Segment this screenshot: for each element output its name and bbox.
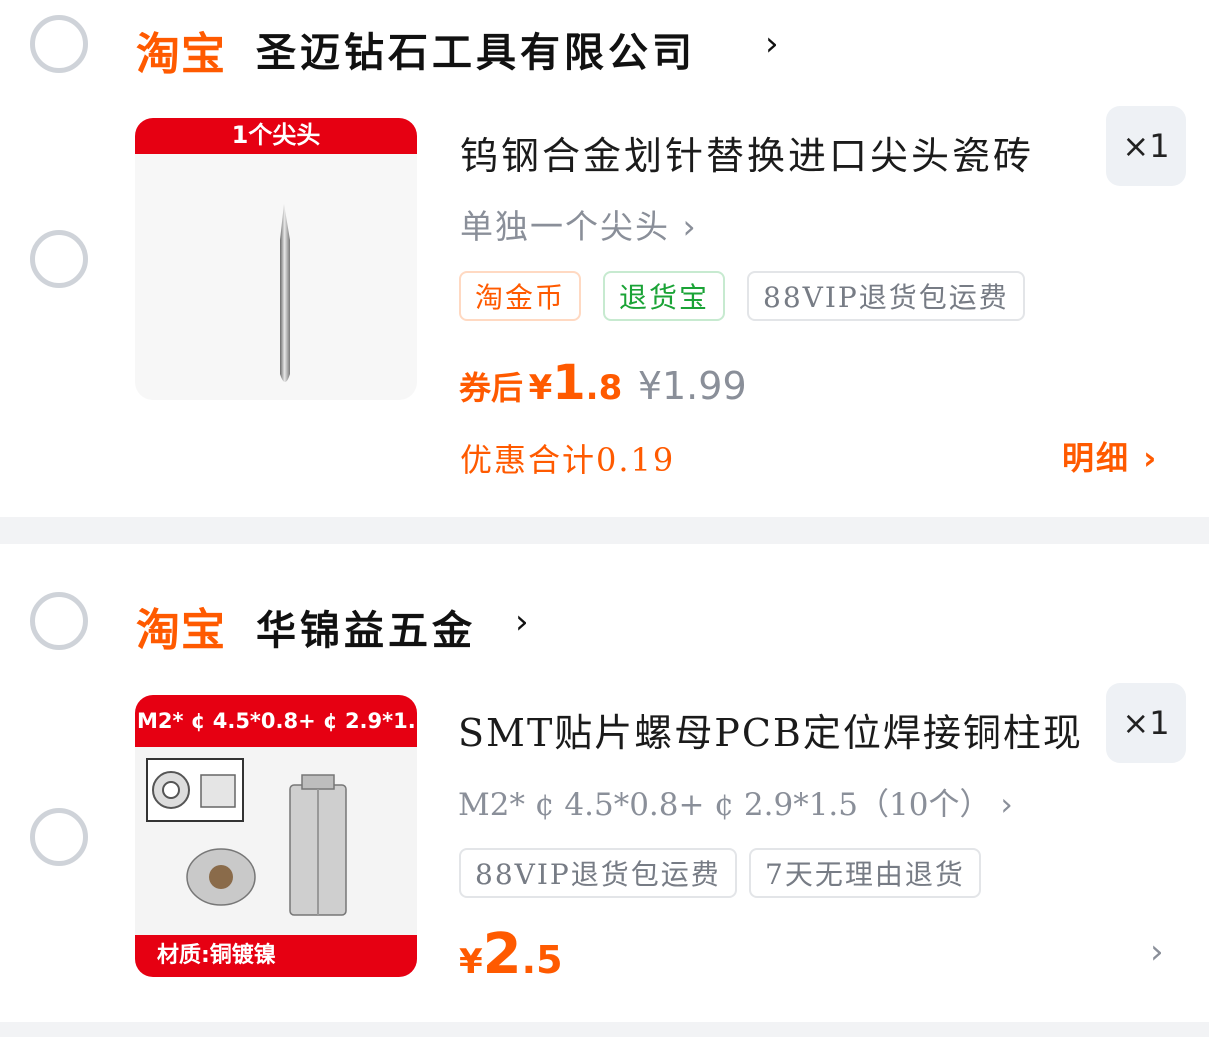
chevron-right-icon: ›	[682, 207, 698, 246]
thumbnail-banner: M2* ¢ 4.5*0.8+ ¢ 2.9*1.5	[135, 695, 417, 747]
detail-label: 明细	[1062, 439, 1131, 477]
price-prefix: 券后	[459, 369, 524, 407]
quantity-badge[interactable]: ×1	[1106, 683, 1186, 763]
price-decimal: .5	[521, 938, 563, 982]
product-thumbnail[interactable]: M2* ¢ 4.5*0.8+ ¢ 2.9*1.5 材质:铜镀镍	[135, 695, 417, 977]
product-thumbnail[interactable]: 1个尖头	[135, 118, 417, 400]
price-row: ¥2.5	[459, 922, 563, 987]
product-title[interactable]: SMT贴片螺母PCB定位焊接铜柱现	[458, 702, 1083, 757]
chevron-right-icon[interactable]: ›	[1150, 932, 1164, 972]
sku-label: 单独一个尖头	[460, 207, 670, 246]
sku-selector[interactable]: M2* ¢ 4.5*0.8+ ¢ 2.9*1.5（10个） ›	[458, 779, 1013, 824]
store-select-radio[interactable]	[30, 15, 88, 73]
tag-88vip-return: 88VIP退货包运费	[747, 271, 1025, 321]
store-card-1: 淘宝 圣迈钻石工具有限公司 › 1个尖头 钨钢合金划针替换进口尖头瓷砖 ×1 单…	[0, 0, 1209, 517]
thumbnail-footer: 材质:铜镀镍	[135, 935, 417, 977]
store-card-2: 淘宝 华锦益五金 › M2* ¢ 4.5*0.8+ ¢ 2.9*1.5 材质:铜…	[0, 544, 1209, 1022]
thumbnail-banner: 1个尖头	[135, 118, 417, 154]
taobao-brand-label: 淘宝	[136, 29, 226, 80]
taobao-brand-label: 淘宝	[136, 605, 226, 656]
chevron-right-icon[interactable]: ›	[515, 602, 529, 642]
discount-total: 优惠合计0.19	[460, 441, 676, 479]
price-integer: 1	[552, 355, 586, 411]
currency-symbol: ¥	[459, 942, 483, 982]
chevron-right-icon: ›	[1000, 787, 1013, 823]
copper-nut-image	[146, 758, 347, 916]
section-divider	[0, 1022, 1209, 1037]
original-price: ¥1.99	[637, 364, 747, 408]
store-name[interactable]: 华锦益五金	[256, 598, 476, 656]
store-name[interactable]: 圣迈钻石工具有限公司	[256, 20, 696, 78]
product-title[interactable]: 钨钢合金划针替换进口尖头瓷砖	[460, 125, 1034, 180]
tag-88vip-return: 88VIP退货包运费	[459, 848, 737, 898]
item-select-radio[interactable]	[30, 230, 88, 288]
discount-detail-link[interactable]: 明细 ›	[1062, 433, 1158, 479]
scribe-tip-image	[280, 204, 290, 382]
store-select-radio[interactable]	[30, 592, 88, 650]
tag-7day-return: 7天无理由退货	[749, 848, 981, 898]
price-row: 券后 ¥1.8 ¥1.99	[459, 355, 747, 411]
chevron-right-icon[interactable]: ›	[765, 24, 779, 64]
item-select-radio[interactable]	[30, 808, 88, 866]
chevron-right-icon: ›	[1143, 439, 1159, 477]
price-integer: 2	[482, 922, 522, 987]
tag-return-insurance: 退货宝	[603, 271, 726, 321]
section-divider	[0, 517, 1209, 544]
sku-label: M2* ¢ 4.5*0.8+ ¢ 2.9*1.5（10个）	[458, 787, 991, 823]
quantity-badge[interactable]: ×1	[1106, 106, 1186, 186]
tag-taojinbi: 淘金币	[459, 271, 582, 321]
sku-selector[interactable]: 单独一个尖头 ›	[460, 200, 698, 248]
currency-symbol: ¥	[528, 368, 553, 408]
price-decimal: .8	[585, 368, 623, 408]
